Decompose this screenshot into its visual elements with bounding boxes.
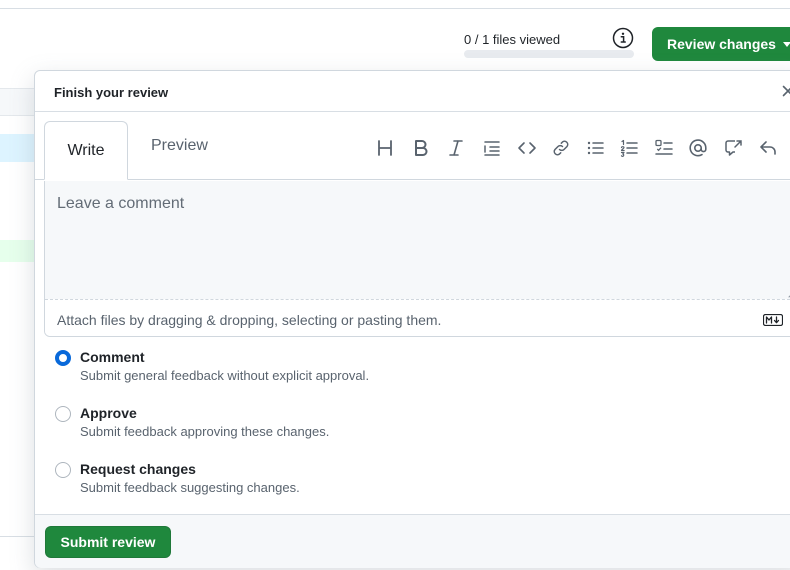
request-changes-option-label: Request changes xyxy=(80,461,196,477)
top-divider xyxy=(0,8,790,9)
heading-icon[interactable] xyxy=(374,137,396,159)
review-page: 0 / 1 files viewed Review changes Finish… xyxy=(0,0,790,570)
tabs-divider xyxy=(35,179,790,180)
task-list-icon[interactable] xyxy=(653,137,675,159)
cross-reference-icon[interactable] xyxy=(722,137,744,159)
popover-footer: Submit review xyxy=(35,514,790,568)
bold-icon[interactable] xyxy=(410,137,432,159)
files-viewed-progress xyxy=(464,50,634,58)
info-icon[interactable] xyxy=(612,27,634,49)
attach-files-bar[interactable]: Attach files by dragging & dropping, sel… xyxy=(45,299,790,336)
approve-option-description: Submit feedback approving these changes. xyxy=(80,424,330,439)
quote-icon[interactable] xyxy=(481,137,503,159)
ordered-list-icon[interactable] xyxy=(618,137,640,159)
request-changes-option-description: Submit feedback suggesting changes. xyxy=(80,480,300,495)
italic-icon[interactable] xyxy=(445,137,467,159)
tab-write[interactable]: Write xyxy=(44,121,128,180)
comment-option-description: Submit general feedback without explicit… xyxy=(80,368,370,383)
approve-radio[interactable] xyxy=(55,406,71,422)
close-icon[interactable] xyxy=(780,83,790,99)
markdown-icon[interactable] xyxy=(762,313,784,327)
comment-textarea[interactable] xyxy=(45,181,790,299)
editor-tabs: Write Preview xyxy=(35,112,790,181)
review-changes-label: Review changes xyxy=(667,36,776,52)
tab-write-label: Write xyxy=(67,141,105,159)
saved-replies-icon[interactable] xyxy=(757,137,779,159)
resize-grip-icon[interactable] xyxy=(786,285,790,298)
tab-preview[interactable]: Preview xyxy=(151,137,208,155)
request-changes-radio[interactable] xyxy=(55,462,71,478)
popover-title: Finish your review xyxy=(54,85,169,100)
comment-option-label: Comment xyxy=(80,349,145,365)
code-icon[interactable] xyxy=(516,137,538,159)
mention-icon[interactable] xyxy=(687,137,709,159)
submit-review-button[interactable]: Submit review xyxy=(45,526,171,558)
link-icon[interactable] xyxy=(550,137,572,159)
attach-files-text: Attach files by dragging & dropping, sel… xyxy=(57,312,442,328)
comment-radio[interactable] xyxy=(55,350,71,366)
chevron-down-icon xyxy=(782,41,790,47)
comment-editor: Attach files by dragging & dropping, sel… xyxy=(44,181,790,337)
review-changes-button[interactable]: Review changes xyxy=(652,27,790,61)
unordered-list-icon[interactable] xyxy=(584,137,606,159)
popover-header: Finish your review xyxy=(35,71,790,112)
approve-option-label: Approve xyxy=(80,405,137,421)
files-viewed-counter: 0 / 1 files viewed xyxy=(464,32,561,47)
finish-review-popover: Finish your review Write Preview Leave a… xyxy=(34,70,790,568)
